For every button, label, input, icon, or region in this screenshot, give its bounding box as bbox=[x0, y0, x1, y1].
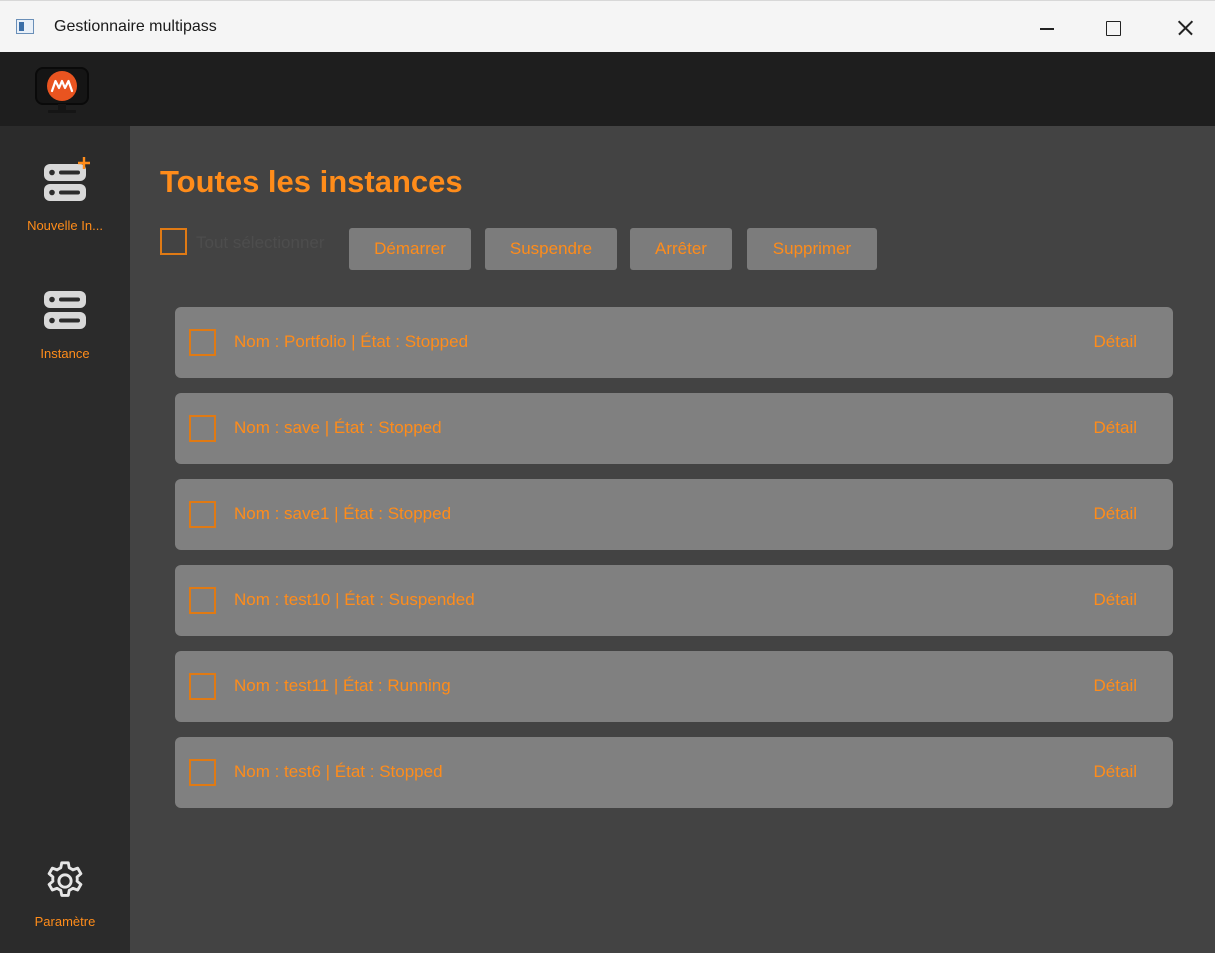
instance-checkbox[interactable] bbox=[189, 329, 216, 356]
window-title: Gestionnaire multipass bbox=[54, 18, 217, 35]
app-header bbox=[0, 52, 1215, 126]
sidebar-item-settings[interactable]: Paramètre bbox=[0, 858, 130, 929]
instance-label: Nom : save | État : Stopped bbox=[234, 418, 442, 437]
instance-label: Nom : test11 | État : Running bbox=[234, 676, 451, 695]
sidebar-item-label: Nouvelle In... bbox=[27, 218, 103, 233]
instance-checkbox[interactable] bbox=[189, 501, 216, 528]
minimize-icon[interactable] bbox=[1024, 11, 1070, 45]
instance-row: Nom : Portfolio | État : Stopped Détail bbox=[175, 307, 1173, 378]
instance-label: Nom : test10 | État : Suspended bbox=[234, 590, 475, 609]
window-titlebar: Gestionnaire multipass bbox=[0, 0, 1215, 52]
sidebar-item-label: Instance bbox=[40, 346, 90, 361]
select-all-checkbox[interactable] bbox=[160, 228, 187, 255]
instance-row: Nom : test11 | État : Running Détail bbox=[175, 651, 1173, 722]
instance-label: Nom : Portfolio | État : Stopped bbox=[234, 332, 469, 351]
maximize-icon[interactable] bbox=[1090, 11, 1136, 45]
instance-checkbox[interactable] bbox=[189, 759, 216, 786]
multipass-logo-icon[interactable] bbox=[34, 66, 90, 116]
instance-row: Nom : test6 | État : Stopped Détail bbox=[175, 737, 1173, 808]
detail-link[interactable]: Détail bbox=[1094, 676, 1137, 696]
instance-checkbox[interactable] bbox=[189, 673, 216, 700]
instance-label: Nom : save1 | État : Stopped bbox=[234, 504, 452, 523]
toolbar: Tout sélectionner Démarrer Suspendre Arr… bbox=[160, 228, 1200, 272]
suspend-button[interactable]: Suspendre bbox=[485, 228, 617, 270]
instance-checkbox[interactable] bbox=[189, 587, 216, 614]
sidebar: Nouvelle In... Instance Paramètre bbox=[0, 126, 130, 953]
main-content: Toutes les instances Tout sélectionner D… bbox=[130, 126, 1215, 953]
select-all-label: Tout sélectionner bbox=[196, 233, 325, 252]
app-window-icon bbox=[16, 19, 34, 34]
instance-row: Nom : save | État : Stopped Détail bbox=[175, 393, 1173, 464]
detail-link[interactable]: Détail bbox=[1094, 418, 1137, 438]
sidebar-item-label: Paramètre bbox=[34, 914, 96, 929]
instance-label: Nom : test6 | État : Stopped bbox=[234, 762, 443, 781]
start-button[interactable]: Démarrer bbox=[349, 228, 471, 270]
instance-checkbox[interactable] bbox=[189, 415, 216, 442]
instance-row: Nom : save1 | État : Stopped Détail bbox=[175, 479, 1173, 550]
close-icon[interactable] bbox=[1162, 11, 1208, 45]
sidebar-item-new-instance[interactable]: Nouvelle In... bbox=[0, 156, 130, 233]
sidebar-item-instance[interactable]: Instance bbox=[0, 288, 130, 361]
server-add-icon bbox=[44, 157, 90, 201]
page-title: Toutes les instances bbox=[160, 164, 463, 199]
delete-button[interactable]: Supprimer bbox=[747, 228, 877, 270]
select-all[interactable]: Tout sélectionner bbox=[160, 228, 325, 256]
detail-link[interactable]: Détail bbox=[1094, 504, 1137, 524]
gear-icon bbox=[47, 861, 83, 897]
detail-link[interactable]: Détail bbox=[1094, 590, 1137, 610]
instance-row: Nom : test10 | État : Suspended Détail bbox=[175, 565, 1173, 636]
server-icon bbox=[44, 291, 86, 329]
detail-link[interactable]: Détail bbox=[1094, 332, 1137, 352]
stop-button[interactable]: Arrêter bbox=[630, 228, 732, 270]
detail-link[interactable]: Détail bbox=[1094, 762, 1137, 782]
